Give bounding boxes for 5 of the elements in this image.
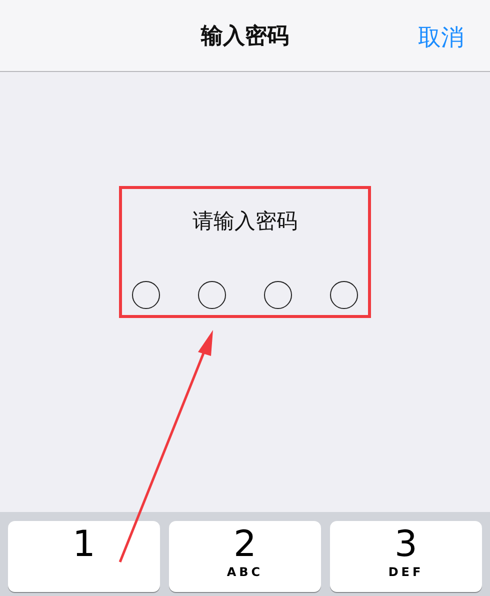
keypad-key[interactable]: 2 ABC <box>169 521 321 592</box>
keypad-key[interactable]: 3 DEF <box>330 521 482 592</box>
keypad-key[interactable]: 1 <box>8 521 160 592</box>
passcode-prompt: 请输入密码 <box>192 208 298 235</box>
screen-title: 输入密码 <box>201 22 289 50</box>
